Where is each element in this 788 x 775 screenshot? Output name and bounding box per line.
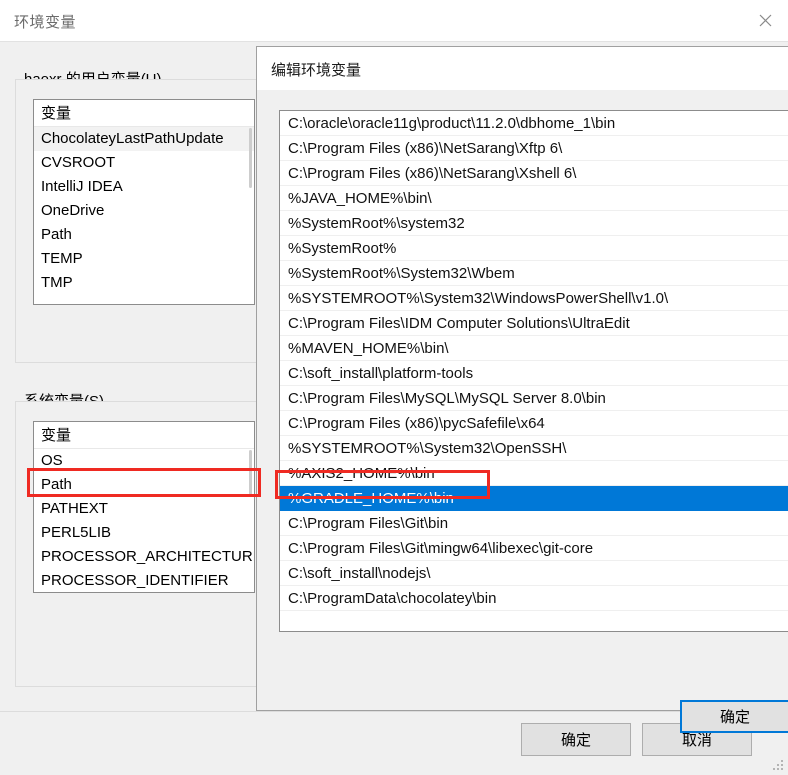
user-variable-row[interactable]: TEMP bbox=[34, 247, 254, 271]
path-entry-row[interactable]: %MAVEN_HOME%\bin\ bbox=[280, 336, 788, 361]
footer-divider bbox=[0, 711, 788, 712]
user-variables-rows: ChocolateyLastPathUpdate CVSROOT IntelliJ … bbox=[34, 127, 254, 295]
path-entry-row[interactable]: %SYSTEMROOT%\System32\WindowsPowerShell\… bbox=[280, 286, 788, 311]
path-entry-row[interactable]: C:\ProgramData\chocolatey\bin bbox=[280, 586, 788, 611]
system-variable-row[interactable]: PERL5LIB bbox=[34, 521, 254, 545]
system-variable-row[interactable]: PATHEXT bbox=[34, 497, 254, 521]
path-entry-row[interactable]: C:\soft_install\platform-tools bbox=[280, 361, 788, 386]
resize-grip[interactable] bbox=[773, 760, 785, 772]
system-variable-row[interactable]: Path bbox=[34, 473, 254, 497]
user-variable-row[interactable]: IntelliJ IDEA bbox=[34, 175, 254, 199]
path-entry-row[interactable]: C:\Program Files\Git\bin bbox=[280, 511, 788, 536]
path-entry-row[interactable]: C:\Program Files\IDM Computer Solutions\… bbox=[280, 311, 788, 336]
edit-environment-variable-dialog: 编辑环境变量 C:\oracle\oracle11g\product\11.2.… bbox=[256, 46, 788, 733]
edit-dialog-ok-button[interactable]: 确定 bbox=[680, 700, 788, 733]
system-variable-row[interactable]: OS bbox=[34, 449, 254, 473]
path-entries-list[interactable]: C:\oracle\oracle11g\product\11.2.0\dbhom… bbox=[279, 110, 788, 632]
system-variables-rows: OS Path PATHEXT PERL5LIB PROCESSOR_ARCHITECT… bbox=[34, 449, 254, 592]
user-variables-list[interactable]: 变量 ChocolateyLastPathUpdate CVSROOT Intell… bbox=[33, 99, 255, 305]
path-entry-row[interactable]: %AXIS2_HOME%\bin bbox=[280, 461, 788, 486]
path-entry-row[interactable]: C:\Program Files (x86)\NetSarang\Xftp 6\ bbox=[280, 136, 788, 161]
path-entry-row[interactable]: %SystemRoot%\System32\Wbem bbox=[280, 261, 788, 286]
ok-button[interactable]: 确定 bbox=[521, 723, 631, 756]
system-variable-row[interactable]: PROCESSOR_ARCHITECTURE bbox=[34, 545, 254, 569]
path-entry-row[interactable]: C:\oracle\oracle11g\product\11.2.0\dbhom… bbox=[280, 111, 788, 136]
path-entry-row[interactable]: %SystemRoot% bbox=[280, 236, 788, 261]
user-variable-row[interactable]: CVSROOT bbox=[34, 151, 254, 175]
edit-dialog-title: 编辑环境变量 bbox=[271, 62, 362, 79]
system-variables-list[interactable]: 变量 OS Path PATHEXT PERL5LIB PROCESSOR_ARCHIT… bbox=[33, 421, 255, 593]
path-entry-row[interactable]: C:\Program Files (x86)\pycSafefile\x64 bbox=[280, 411, 788, 436]
path-entry-row[interactable]: C:\Program Files\MySQL\MySQL Server 8.0\… bbox=[280, 386, 788, 411]
user-variable-row[interactable]: OneDrive bbox=[34, 199, 254, 223]
path-entry-row[interactable]: C:\Program Files (x86)\NetSarang\Xshell … bbox=[280, 161, 788, 186]
user-list-scrollbar[interactable] bbox=[248, 101, 253, 303]
user-variable-row[interactable]: Path bbox=[34, 223, 254, 247]
window-titlebar: 环境变量 bbox=[0, 0, 788, 42]
path-entry-row[interactable]: %SYSTEMROOT%\System32\OpenSSH\ bbox=[280, 436, 788, 461]
path-entry-row[interactable]: %SystemRoot%\system32 bbox=[280, 211, 788, 236]
system-variable-row[interactable]: PROCESSOR_IDENTIFIER bbox=[34, 569, 254, 592]
system-variables-column-header: 变量 bbox=[34, 422, 254, 449]
path-entry-row[interactable]: C:\Program Files\Git\mingw64\libexec\git… bbox=[280, 536, 788, 561]
user-variable-row[interactable]: TMP bbox=[34, 271, 254, 295]
user-variables-column-header: 变量 bbox=[34, 100, 254, 127]
path-entry-row[interactable]: %JAVA_HOME%\bin\ bbox=[280, 186, 788, 211]
window-title: 环境变量 bbox=[14, 14, 77, 31]
path-entry-row[interactable]: C:\soft_install\nodejs\ bbox=[280, 561, 788, 586]
close-icon[interactable] bbox=[742, 0, 788, 40]
system-list-scrollbar[interactable] bbox=[248, 423, 253, 591]
user-variable-row[interactable]: ChocolateyLastPathUpdate bbox=[34, 127, 254, 151]
edit-dialog-titlebar: 编辑环境变量 bbox=[257, 47, 788, 90]
path-entry-row[interactable]: %GRADLE_HOME%\bin bbox=[280, 486, 788, 511]
path-entries-rows: C:\oracle\oracle11g\product\11.2.0\dbhom… bbox=[280, 111, 788, 611]
